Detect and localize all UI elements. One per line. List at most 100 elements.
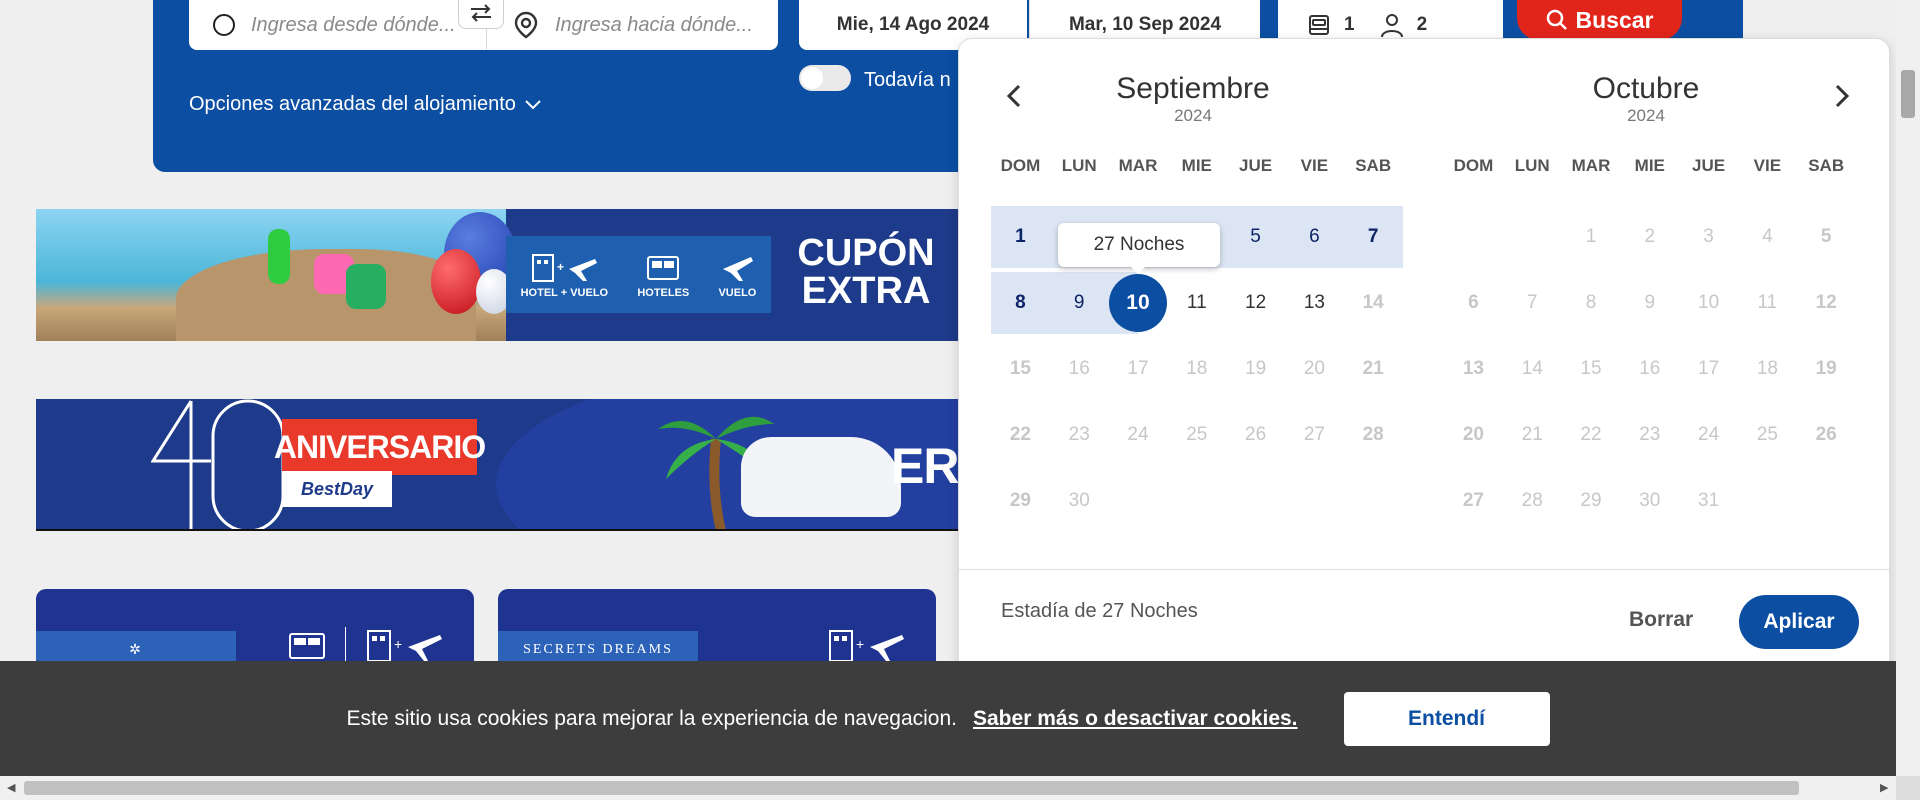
calendar-day[interactable]: 6 <box>1444 272 1503 334</box>
undecided-toggle[interactable] <box>799 65 851 91</box>
vertical-scroll-thumb[interactable] <box>1901 70 1915 118</box>
calendar-day[interactable]: 1 <box>991 206 1050 268</box>
calendar-day[interactable]: 25 <box>1167 404 1226 466</box>
calendar-day[interactable]: 30 <box>1050 470 1109 532</box>
weekday-label: VIE <box>1753 156 1782 175</box>
calendar-day[interactable]: 22 <box>991 404 1050 466</box>
calendar-day[interactable]: 8 <box>991 272 1050 334</box>
calendar-day[interactable]: 19 <box>1226 338 1285 400</box>
calendar-day[interactable]: 5 <box>1797 206 1856 268</box>
calendar-day[interactable]: 11 <box>1738 272 1797 334</box>
calendar-day[interactable]: 9 <box>1620 272 1679 334</box>
calendar-day[interactable]: 28 <box>1503 470 1562 532</box>
calendar-day[interactable]: 21 <box>1344 338 1403 400</box>
calendar-day[interactable]: 6 <box>1284 206 1344 268</box>
scroll-left-arrow-icon[interactable]: ◀ <box>7 781 15 794</box>
calendar-day[interactable]: 24 <box>1679 404 1738 466</box>
calendar-day[interactable]: 26 <box>1226 404 1285 466</box>
calendar-day[interactable]: 25 <box>1738 404 1797 466</box>
calendar-day[interactable]: 31 <box>1679 470 1738 532</box>
calendar-day[interactable]: 10 <box>1679 272 1738 334</box>
weekday-header: DOM LUN MAR MIE JUE VIE SAB <box>1444 156 1856 176</box>
calendar-day[interactable]: 22 <box>1562 404 1621 466</box>
calendar-day[interactable]: 28 <box>1344 404 1403 466</box>
calendar-day[interactable]: 30 <box>1620 470 1679 532</box>
calendar-day[interactable]: 13 <box>1444 338 1503 400</box>
search-button[interactable]: Buscar <box>1517 0 1682 40</box>
calendar-day[interactable]: 23 <box>1620 404 1679 466</box>
scroll-right-arrow-icon[interactable]: ▶ <box>1880 781 1888 794</box>
calendar-day[interactable]: 20 <box>1444 404 1503 466</box>
calendar-day[interactable]: 5 <box>1226 206 1285 268</box>
calendar-day[interactable]: 9 <box>1049 272 1109 334</box>
calendar-day[interactable]: 1 <box>1562 206 1621 268</box>
promo-banner-aniversario[interactable]: ANIVERSARIO BestDay EROS <box>36 399 968 531</box>
calendar-week: 27 28 29 30 31 <box>1444 470 1856 532</box>
origin-radio-icon <box>213 14 235 36</box>
calendar-day-selected[interactable]: 10 <box>1108 272 1168 334</box>
horizontal-scrollbar[interactable]: ◀ ▶ <box>0 776 1896 800</box>
weekday-label: MIE <box>1634 156 1665 175</box>
cookie-settings-link[interactable]: Saber más o desactivar cookies. <box>973 707 1298 731</box>
hotel-card[interactable]: ✲ + <box>36 589 474 669</box>
calendar-day[interactable]: 19 <box>1797 338 1856 400</box>
calendar-day[interactable]: 18 <box>1738 338 1797 400</box>
cookie-accept-button[interactable]: Entendí <box>1343 691 1550 746</box>
calendar-day[interactable]: 16 <box>1050 338 1109 400</box>
swap-button[interactable] <box>458 0 504 29</box>
destination-field[interactable]: Ingresa hacia dónde... <box>486 0 778 50</box>
hoteles-group: HOTELES <box>637 251 689 299</box>
advanced-options-label: Opciones avanzadas del alojamiento <box>189 93 516 115</box>
calendar-week: 22 23 24 25 26 27 28 <box>991 404 1403 466</box>
calendar-day[interactable]: 3 <box>1679 206 1738 268</box>
hotel-plane-icon: + <box>532 253 598 282</box>
apply-button[interactable]: Aplicar <box>1739 595 1859 649</box>
calendar-day[interactable]: 16 <box>1620 338 1679 400</box>
calendar-day[interactable]: 12 <box>1226 272 1285 334</box>
red-balloon <box>431 249 481 314</box>
weekday-label: SAB <box>1808 156 1845 175</box>
hotel-card[interactable]: SECRETS DREAMS + <box>498 589 936 669</box>
calendar-day[interactable]: 23 <box>1050 404 1109 466</box>
calendar-day[interactable]: 17 <box>1109 338 1168 400</box>
calendar-day[interactable]: 4 <box>1738 206 1797 268</box>
calendar-day[interactable]: 14 <box>1344 272 1403 334</box>
calendar-day[interactable]: 26 <box>1797 404 1856 466</box>
product-label: HOTEL + VUELO <box>520 286 609 299</box>
weekday-label: DOM <box>1453 156 1494 175</box>
calendar-day[interactable]: 13 <box>1285 272 1344 334</box>
hotel-plane-icon: + <box>829 630 904 662</box>
calendar-day[interactable]: 21 <box>1503 404 1562 466</box>
calendar-day[interactable]: 11 <box>1167 272 1226 334</box>
weekday-header: DOM LUN MAR MIE JUE VIE SAB <box>991 156 1403 176</box>
weekday-label: JUE <box>1239 156 1273 175</box>
calendar-day[interactable]: 7 <box>1343 206 1403 268</box>
bed-icon <box>289 633 325 659</box>
promo-banner-cupon[interactable]: + HOTEL + VUELO HOTELES VUELO CUPÓN EXTR… <box>36 209 968 341</box>
vertical-scrollbar[interactable] <box>1896 0 1920 776</box>
forty-graphic <box>151 399 285 529</box>
calendar-day[interactable]: 20 <box>1285 338 1344 400</box>
calendar-day[interactable]: 27 <box>1444 470 1503 532</box>
calendar-day[interactable]: 2 <box>1620 206 1679 268</box>
calendar-day[interactable]: 17 <box>1679 338 1738 400</box>
calendar-week: 20 21 22 23 24 25 26 <box>1444 404 1856 466</box>
calendar-day[interactable]: 15 <box>991 338 1050 400</box>
calendar-day[interactable]: 27 <box>1285 404 1344 466</box>
horizontal-scroll-thumb[interactable] <box>24 781 1799 795</box>
calendar-week: 13 14 15 16 17 18 19 <box>1444 338 1856 400</box>
products-strip: + HOTEL + VUELO HOTELES VUELO <box>506 236 771 313</box>
calendar-day[interactable]: 7 <box>1503 272 1562 334</box>
calendar-day[interactable]: 29 <box>1562 470 1621 532</box>
calendar-day[interactable]: 14 <box>1503 338 1562 400</box>
calendar-day[interactable]: 18 <box>1167 338 1226 400</box>
calendar-day[interactable]: 15 <box>1562 338 1621 400</box>
calendar-day[interactable]: 29 <box>991 470 1050 532</box>
origin-field[interactable]: Ingresa desde dónde... <box>189 0 486 50</box>
weekday-label: LUN <box>1061 156 1097 175</box>
calendar-day[interactable]: 24 <box>1109 404 1168 466</box>
calendar-day[interactable]: 12 <box>1797 272 1856 334</box>
advanced-options-toggle[interactable]: Opciones avanzadas del alojamiento <box>189 93 542 116</box>
calendar-day[interactable]: 8 <box>1562 272 1621 334</box>
clear-button[interactable]: Borrar <box>1629 608 1693 632</box>
